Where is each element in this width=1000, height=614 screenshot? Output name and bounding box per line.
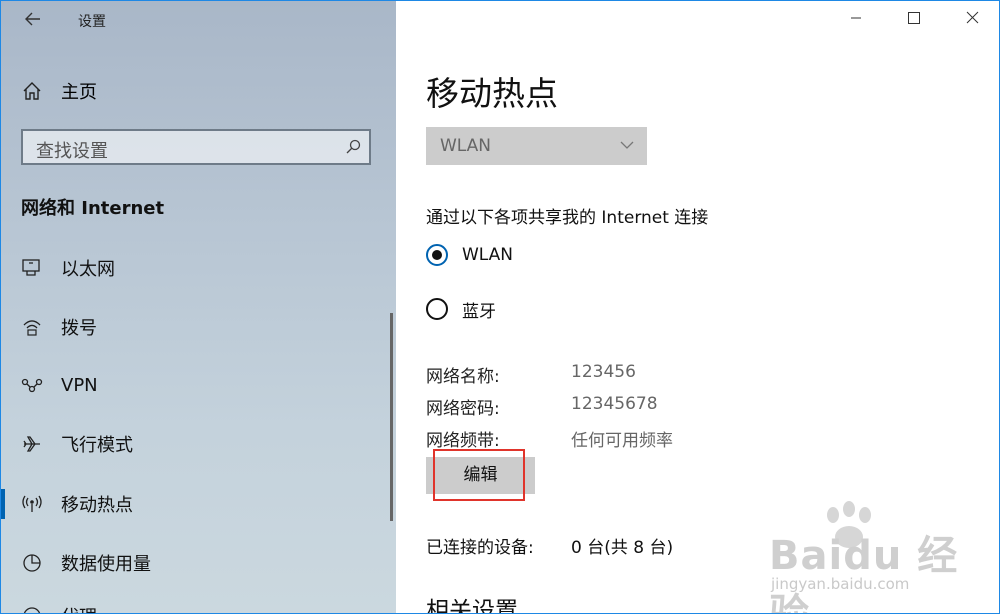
maximize-icon <box>908 12 920 24</box>
data-usage-icon <box>23 554 41 572</box>
sidebar: 设置 主页 查找设置 网络和 Internet 以太网 拨号 VPN 飞行模式 <box>1 1 396 613</box>
search-icon[interactable] <box>345 139 361 155</box>
sidebar-scrollbar[interactable] <box>390 313 393 521</box>
radio-bluetooth[interactable]: 蓝牙 <box>426 296 496 322</box>
sidebar-item-label: 数据使用量 <box>61 554 151 575</box>
active-indicator <box>1 489 5 519</box>
radio-indicator[interactable] <box>426 298 448 320</box>
search-input[interactable]: 查找设置 <box>21 129 371 165</box>
back-arrow-icon <box>25 12 40 26</box>
sidebar-item-label: 代理 <box>61 603 97 613</box>
main-panel: 移动热点 WLAN 通过以下各项共享我的 Internet 连接 WLAN 蓝牙… <box>396 1 999 613</box>
dialup-icon <box>23 320 41 336</box>
sidebar-item-label: VPN <box>61 374 98 396</box>
sidebar-item-home-label: 主页 <box>61 82 97 103</box>
section-title: 网络和 Internet <box>21 198 165 219</box>
home-icon <box>23 82 41 100</box>
related-settings-title: 相关设置 <box>426 598 518 614</box>
network-band-value: 任何可用频率 <box>571 431 673 451</box>
radio-label: WLAN <box>462 245 514 265</box>
sidebar-item-airplane[interactable]: 飞行模式 <box>21 429 133 459</box>
network-password-label: 网络密码: <box>426 399 500 419</box>
dropdown-value: WLAN <box>440 136 492 156</box>
sidebar-item-home[interactable]: 主页 <box>21 77 97 105</box>
close-icon <box>966 11 978 24</box>
radio-selected-indicator[interactable] <box>426 244 448 266</box>
connected-devices-value: 0 台(共 8 台) <box>571 538 674 558</box>
settings-window: 设置 主页 查找设置 网络和 Internet 以太网 拨号 VPN 飞行模式 <box>0 0 1000 614</box>
network-password-value: 12345678 <box>571 394 658 414</box>
network-band-label: 网络频带: <box>426 431 500 451</box>
sidebar-item-hotspot[interactable]: 移动热点 <box>21 489 133 519</box>
sidebar-item-data-usage[interactable]: 数据使用量 <box>21 548 151 578</box>
radio-label: 蓝牙 <box>462 301 496 322</box>
back-button[interactable] <box>19 7 47 35</box>
sidebar-item-label: 移动热点 <box>61 495 133 516</box>
sidebar-item-label: 拨号 <box>61 318 97 339</box>
ethernet-icon <box>22 259 40 276</box>
minimize-button[interactable] <box>841 9 871 28</box>
network-name-value: 123456 <box>571 362 636 382</box>
search-placeholder: 查找设置 <box>36 141 108 162</box>
airplane-icon <box>23 436 40 452</box>
share-label: 通过以下各项共享我的 Internet 连接 <box>426 208 709 228</box>
network-name-label: 网络名称: <box>426 367 500 387</box>
page-title: 移动热点 <box>426 74 558 113</box>
connection-dropdown[interactable]: WLAN <box>426 127 647 165</box>
maximize-button[interactable] <box>899 9 929 28</box>
edit-button[interactable]: 编辑 <box>426 457 535 494</box>
vpn-icon <box>21 378 43 393</box>
sidebar-item-ethernet[interactable]: 以太网 <box>21 253 115 283</box>
sidebar-item-dialup[interactable]: 拨号 <box>21 312 97 342</box>
radio-wlan[interactable]: WLAN <box>426 242 513 268</box>
minimize-icon <box>851 17 861 19</box>
chevron-down-icon <box>620 141 634 149</box>
app-title: 设置 <box>78 14 106 30</box>
proxy-icon <box>23 607 41 613</box>
sidebar-item-label: 飞行模式 <box>61 435 133 456</box>
sidebar-item-proxy[interactable]: 代理 <box>21 601 97 613</box>
sidebar-item-label: 以太网 <box>61 259 115 280</box>
connected-devices-label: 已连接的设备: <box>426 538 534 558</box>
hotspot-icon <box>22 495 42 512</box>
close-button[interactable] <box>957 9 987 28</box>
sidebar-item-vpn[interactable]: VPN <box>21 370 98 400</box>
